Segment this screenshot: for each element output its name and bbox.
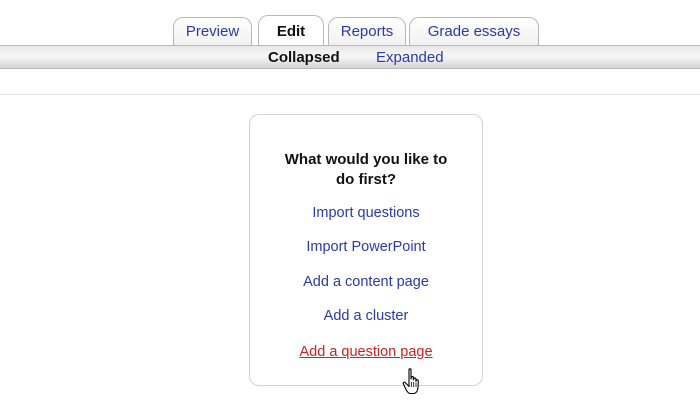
subtab-collapsed: Collapsed bbox=[268, 49, 340, 66]
divider bbox=[0, 94, 700, 95]
panel-title: What would you like to do first? bbox=[250, 150, 482, 190]
panel-title-line-1: What would you like to bbox=[284, 151, 448, 168]
tab-reports[interactable]: Reports bbox=[328, 17, 406, 45]
tab-grade-essays[interactable]: Grade essays bbox=[409, 17, 539, 45]
first-action-panel: What would you like to do first? Import … bbox=[249, 114, 483, 386]
tab-edit[interactable]: Edit bbox=[258, 15, 324, 45]
panel-title-line-2: do first? bbox=[336, 171, 396, 188]
import-powerpoint-link[interactable]: Import PowerPoint bbox=[250, 238, 482, 256]
hand-pointer-icon bbox=[402, 368, 419, 395]
page: Preview Edit Reports Grade essays Collap… bbox=[0, 0, 700, 402]
subtab-expanded[interactable]: Expanded bbox=[376, 49, 444, 67]
tab-preview[interactable]: Preview bbox=[173, 17, 252, 45]
add-question-page-link[interactable]: Add a question page bbox=[250, 343, 482, 361]
add-content-page-link[interactable]: Add a content page bbox=[250, 273, 482, 291]
subtab-bar: Collapsed Expanded bbox=[0, 45, 700, 69]
add-cluster-link[interactable]: Add a cluster bbox=[250, 307, 482, 325]
tab-row: Preview Edit Reports Grade essays bbox=[0, 0, 700, 45]
import-questions-link[interactable]: Import questions bbox=[250, 204, 482, 222]
